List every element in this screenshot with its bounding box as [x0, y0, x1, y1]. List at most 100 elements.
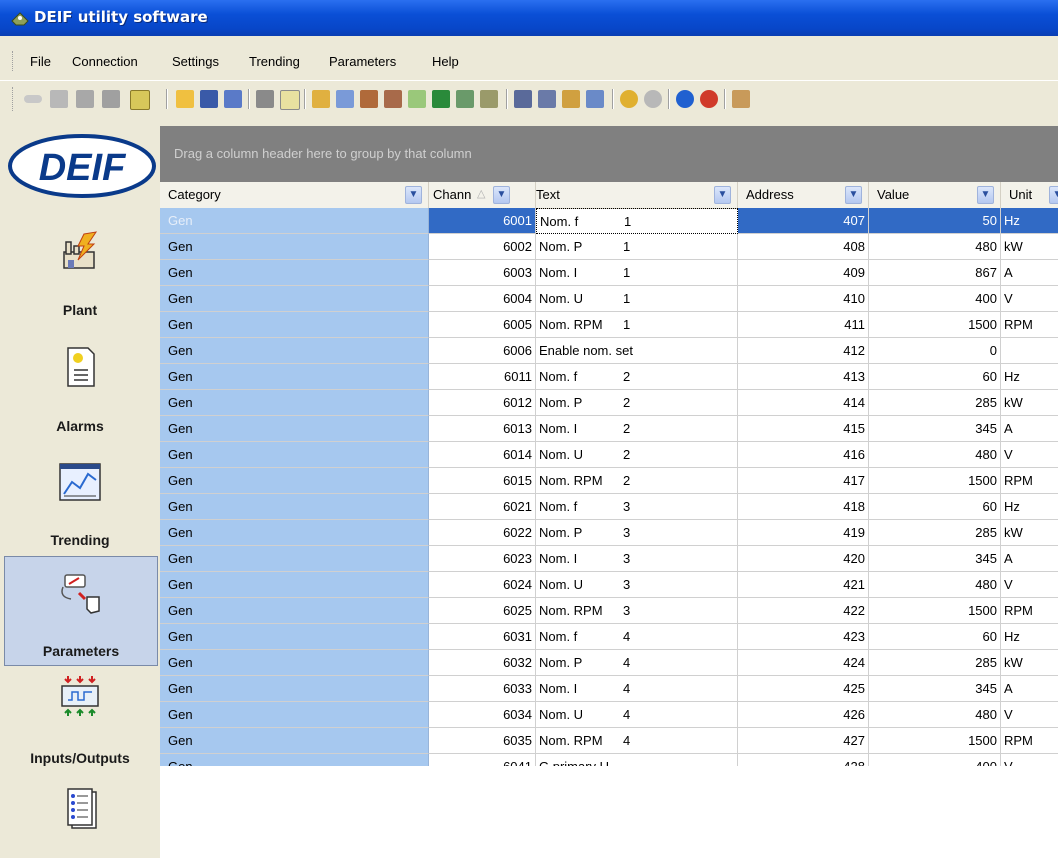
cell-value[interactable]: 400 — [869, 754, 1001, 766]
cell-address[interactable]: 416 — [738, 442, 869, 468]
download-icon[interactable] — [384, 90, 402, 108]
cell-channel[interactable]: 6022 — [429, 520, 536, 546]
cell-unit[interactable]: A — [1001, 546, 1058, 572]
cell-unit[interactable]: A — [1001, 676, 1058, 702]
table-row[interactable]: Gen 6023 Nom. I 3 420 345 A — [160, 546, 1058, 572]
cell-address[interactable]: 419 — [738, 520, 869, 546]
table-row[interactable]: Gen 6004 Nom. U 1 410 400 V — [160, 286, 1058, 312]
sidebar-item-plant[interactable]: Plant — [4, 212, 156, 324]
table-row[interactable]: Gen 6012 Nom. P 2 414 285 kW — [160, 390, 1058, 416]
cell-category[interactable]: Gen — [160, 390, 429, 416]
cell-text[interactable]: Nom. U 1 — [536, 286, 738, 312]
cell-category[interactable]: Gen — [160, 572, 429, 598]
table-row[interactable]: Gen 6006 Enable nom. set 412 0 — [160, 338, 1058, 364]
chevron-down-icon[interactable]: ▼ — [845, 186, 862, 204]
sidebar-item-parameters[interactable]: Parameters — [4, 556, 158, 666]
cell-text[interactable]: Nom. U 2 — [536, 442, 738, 468]
menu-settings[interactable]: Settings — [172, 54, 219, 69]
cell-channel[interactable]: 6025 — [429, 598, 536, 624]
cell-text[interactable]: Enable nom. set — [536, 338, 738, 364]
cell-unit[interactable]: Hz — [1001, 364, 1058, 390]
chart-icon[interactable] — [312, 90, 330, 108]
users-icon[interactable] — [336, 90, 354, 108]
cell-unit[interactable]: Hz — [1001, 494, 1058, 520]
cell-category[interactable]: Gen — [160, 364, 429, 390]
cell-value[interactable]: 480 — [869, 234, 1001, 260]
cell-text[interactable]: Nom. U 4 — [536, 702, 738, 728]
cell-text[interactable]: Nom. f 2 — [536, 364, 738, 390]
cell-address[interactable]: 418 — [738, 494, 869, 520]
cell-unit[interactable]: kW — [1001, 650, 1058, 676]
cell-value[interactable]: 1500 — [869, 312, 1001, 338]
cell-value[interactable]: 1500 — [869, 468, 1001, 494]
cell-address[interactable]: 414 — [738, 390, 869, 416]
cell-category[interactable]: Gen — [160, 442, 429, 468]
disconnect-icon[interactable] — [50, 90, 68, 108]
table-row[interactable]: Gen 6024 Nom. U 3 421 480 V — [160, 572, 1058, 598]
cell-category[interactable]: Gen — [160, 754, 429, 766]
cell-address[interactable]: 422 — [738, 598, 869, 624]
table-row[interactable]: Gen 6005 Nom. RPM 1 411 1500 RPM — [160, 312, 1058, 338]
cell-value[interactable]: 60 — [869, 494, 1001, 520]
table-row[interactable]: Gen 6022 Nom. P 3 419 285 kW — [160, 520, 1058, 546]
column-header-unit[interactable]: Unit ▼ — [1001, 182, 1058, 208]
menu-file[interactable]: File — [30, 54, 51, 69]
cell-text[interactable]: Nom. I 4 — [536, 676, 738, 702]
cell-category[interactable]: Gen — [160, 728, 429, 754]
cell-text[interactable]: Nom. f 1 — [536, 208, 738, 234]
cell-channel[interactable]: 6031 — [429, 624, 536, 650]
chevron-down-icon[interactable]: ▼ — [977, 186, 994, 204]
cell-channel[interactable]: 6002 — [429, 234, 536, 260]
print-icon[interactable] — [256, 90, 274, 108]
cell-unit[interactable]: RPM — [1001, 598, 1058, 624]
table-row[interactable]: Gen 6031 Nom. f 4 423 60 Hz — [160, 624, 1058, 650]
cell-address[interactable]: 426 — [738, 702, 869, 728]
cell-value[interactable]: 1500 — [869, 728, 1001, 754]
cell-channel[interactable]: 6001 — [429, 208, 536, 234]
cell-address[interactable]: 420 — [738, 546, 869, 572]
cell-value[interactable]: 285 — [869, 650, 1001, 676]
cell-value[interactable]: 345 — [869, 676, 1001, 702]
cell-category[interactable]: Gen — [160, 676, 429, 702]
cell-address[interactable]: 425 — [738, 676, 869, 702]
cell-channel[interactable]: 6032 — [429, 650, 536, 676]
sidebar-item-logs[interactable] — [4, 786, 156, 858]
cell-address[interactable]: 407 — [738, 208, 869, 234]
sidebar-item-alarms[interactable]: Alarms — [4, 324, 156, 436]
cell-unit[interactable]: kW — [1001, 520, 1058, 546]
cell-category[interactable]: Gen — [160, 234, 429, 260]
cell-value[interactable]: 60 — [869, 364, 1001, 390]
chevron-down-icon[interactable]: ▼ — [1049, 186, 1058, 204]
info-icon[interactable] — [676, 90, 694, 108]
cell-text[interactable]: Nom. P 1 — [536, 234, 738, 260]
chevron-down-icon[interactable]: ▼ — [714, 186, 731, 204]
cell-channel[interactable]: 6035 — [429, 728, 536, 754]
table-row[interactable]: Gen 6021 Nom. f 3 418 60 Hz — [160, 494, 1058, 520]
column-header-category[interactable]: Category ▼ — [160, 182, 429, 208]
cell-value[interactable]: 1500 — [869, 598, 1001, 624]
cell-value[interactable]: 480 — [869, 702, 1001, 728]
column-header-address[interactable]: Address ▼ — [738, 182, 869, 208]
cell-text[interactable]: Nom. I 3 — [536, 546, 738, 572]
cell-address[interactable]: 415 — [738, 416, 869, 442]
cell-text[interactable]: G primary U — [536, 754, 738, 766]
cell-unit[interactable]: V — [1001, 572, 1058, 598]
cell-value[interactable]: 60 — [869, 624, 1001, 650]
log-icon[interactable] — [456, 90, 474, 108]
cell-channel[interactable]: 6023 — [429, 546, 536, 572]
cell-unit[interactable]: V — [1001, 754, 1058, 766]
table-row[interactable]: Gen 6035 Nom. RPM 4 427 1500 RPM — [160, 728, 1058, 754]
cell-value[interactable]: 480 — [869, 572, 1001, 598]
cell-address[interactable]: 427 — [738, 728, 869, 754]
save-icon[interactable] — [200, 90, 218, 108]
cell-address[interactable]: 424 — [738, 650, 869, 676]
cell-address[interactable]: 411 — [738, 312, 869, 338]
table-row[interactable]: Gen 6034 Nom. U 4 426 480 V — [160, 702, 1058, 728]
cell-channel[interactable]: 6021 — [429, 494, 536, 520]
cell-address[interactable]: 413 — [738, 364, 869, 390]
table-row[interactable]: Gen6041G primary U 428400V — [160, 754, 1058, 766]
column-header-channel[interactable]: Chann △ ▼ — [429, 182, 536, 208]
settings-gear-icon[interactable] — [620, 90, 638, 108]
sidebar-item-inputs-outputs[interactable]: Inputs/Outputs — [4, 670, 156, 780]
cell-value[interactable]: 480 — [869, 442, 1001, 468]
